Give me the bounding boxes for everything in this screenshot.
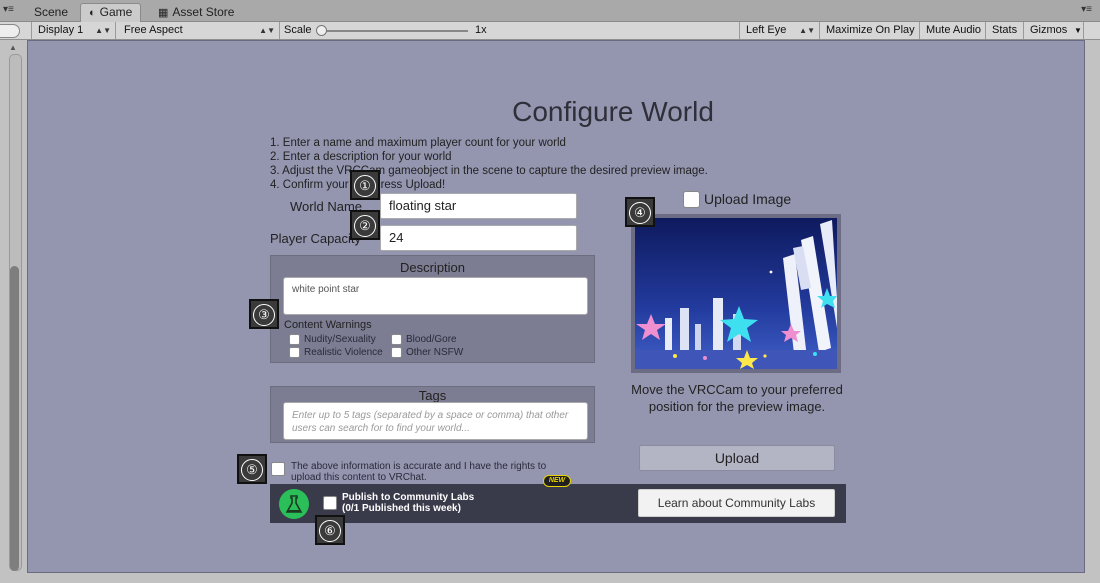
aspect-dropdown[interactable]: Free Aspect ▲▼: [118, 22, 280, 39]
callout-badge-5: ⑤: [237, 454, 267, 484]
window-menu-icon[interactable]: ▾≡: [1081, 4, 1092, 15]
tab-menu-icon[interactable]: ▾≡: [3, 4, 14, 15]
scale-value: 1x: [475, 24, 487, 36]
game-view: Configure World 1. Enter a name and maxi…: [27, 40, 1085, 573]
game-controller-icon: ◐: [89, 7, 96, 19]
blood-gore-checkbox[interactable]: [391, 334, 402, 345]
learn-about-community-labs-button[interactable]: Learn about Community Labs: [638, 489, 835, 517]
player-capacity-label: Player Capacity: [270, 231, 362, 246]
scale-slider-track[interactable]: [320, 30, 468, 32]
scale-slider-handle[interactable]: [316, 25, 327, 36]
callout-badge-1: ①: [350, 170, 380, 200]
upload-button[interactable]: Upload: [639, 445, 835, 471]
game-toolbar: Display 1 ▲▼ Free Aspect ▲▼ Scale 1x Left …: [0, 22, 1100, 40]
tab-game[interactable]: ◐ Game: [80, 3, 142, 22]
realistic-violence-checkbox[interactable]: [289, 347, 300, 358]
search-toggle[interactable]: [0, 24, 20, 38]
preview-caption: Move the VRCCam to your preferred positi…: [631, 382, 843, 414]
blood-gore-label: Blood/Gore: [406, 334, 457, 345]
mute-audio-toggle[interactable]: Mute Audio: [920, 22, 986, 39]
eye-dropdown[interactable]: Left Eye ▲▼: [740, 22, 820, 39]
callout-badge-4: ④: [625, 197, 655, 227]
other-nsfw-checkbox[interactable]: [391, 347, 402, 358]
scrollbar-thumb[interactable]: [10, 266, 19, 571]
nudity-label: Nudity/Sexuality: [304, 334, 376, 345]
new-badge: NEW: [543, 475, 571, 487]
publish-community-labs-label: Publish to Community Labs (0/1 Published…: [342, 492, 475, 514]
preview-scene-image: [635, 218, 837, 369]
description-panel: Description white point star Content War…: [270, 255, 595, 363]
other-nsfw-label: Other NSFW: [406, 347, 464, 358]
tab-asset-store[interactable]: ▦ Asset Store: [150, 4, 242, 21]
content-warnings-label: Content Warnings: [284, 319, 372, 331]
dropdown-arrows-icon: ▲▼: [259, 26, 275, 35]
display-dropdown[interactable]: Display 1 ▲▼: [32, 22, 116, 39]
chevron-down-icon: ▼: [1074, 26, 1082, 35]
player-capacity-input[interactable]: 24: [380, 225, 577, 251]
search-pill-area: [0, 22, 32, 39]
description-textarea[interactable]: white point star: [283, 277, 588, 315]
gizmos-arrow[interactable]: ▼: [1068, 22, 1084, 39]
page-title: Configure World: [512, 96, 714, 127]
realistic-violence-label: Realistic Violence: [304, 347, 383, 358]
community-labs-bar: NEW Publish to Community Labs (0/1 Publi…: [270, 475, 846, 523]
callout-badge-6: ⑥: [315, 515, 345, 545]
rights-confirm-checkbox[interactable]: [271, 462, 285, 476]
description-title: Description: [399, 260, 466, 275]
instruction-line: 2. Enter a description for your world: [270, 151, 452, 163]
bottom-border: [0, 574, 1100, 583]
tab-scene[interactable]: Scene: [26, 4, 76, 21]
publish-community-labs-checkbox[interactable]: [323, 496, 337, 510]
tags-title: Tags: [418, 388, 447, 403]
tags-panel: Tags Enter up to 5 tags (separated by a …: [270, 386, 595, 443]
lab-flask-icon: [279, 489, 309, 519]
stats-toggle[interactable]: Stats: [986, 22, 1024, 39]
maximize-on-play-toggle[interactable]: Maximize On Play: [820, 22, 920, 39]
dropdown-arrows-icon: ▲▼: [95, 26, 111, 35]
upload-image-checkbox[interactable]: [683, 191, 700, 208]
preview-image: [631, 214, 841, 373]
instruction-line: 1. Enter a name and maximum player count…: [270, 137, 566, 149]
editor-tab-bar: ▾≡ Scene ◐ Game ▦ Asset Store ▾≡: [0, 0, 1100, 22]
rights-confirm-text: The above information is accurate and I …: [291, 461, 547, 483]
callout-badge-3: ③: [249, 299, 279, 329]
asset-store-icon: ▦: [158, 7, 169, 19]
upload-image-label: Upload Image: [704, 191, 792, 207]
nudity-checkbox[interactable]: [289, 334, 300, 345]
dropdown-arrows-icon: ▲▼: [799, 26, 815, 35]
tags-input[interactable]: Enter up to 5 tags (separated by a space…: [283, 402, 588, 440]
callout-badge-2: ②: [350, 210, 380, 240]
scale-label: Scale: [284, 24, 312, 36]
scroll-up-arrow-icon[interactable]: ▲: [9, 43, 17, 52]
flask-icon: [285, 495, 303, 513]
world-name-input[interactable]: floating star: [380, 193, 577, 219]
